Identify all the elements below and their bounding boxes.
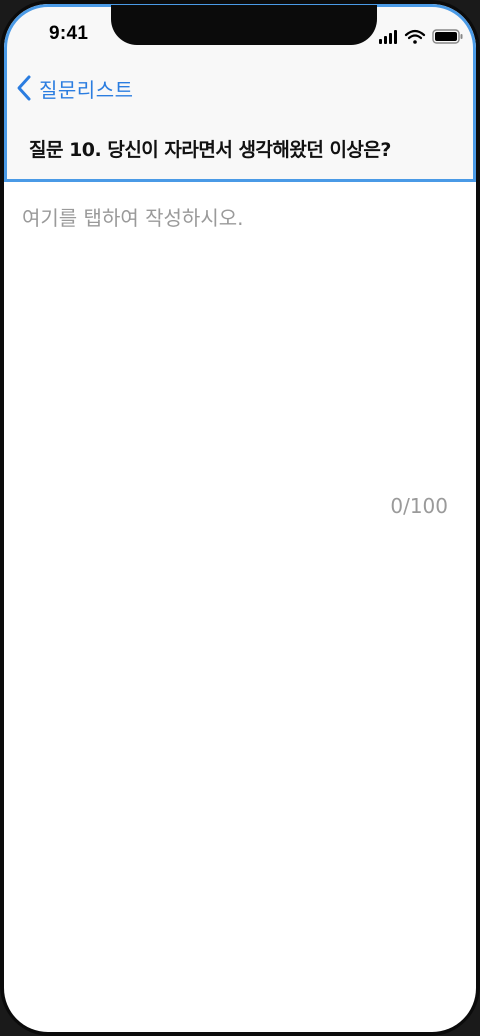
back-button[interactable]: 질문리스트 [15,73,134,103]
character-counter: 0/100 [390,494,448,518]
chevron-left-icon [17,75,31,101]
header: 9:41 질문리스트 질문 10. 당신이 자라면서 생각해왔던 이상은? [4,4,476,182]
wifi-icon [404,29,426,44]
device-notch [111,5,377,45]
signal-icon [379,30,397,44]
status-time: 9:41 [49,23,89,44]
answer-textarea[interactable] [22,194,458,482]
app-screen: 9:41 질문리스트 질문 10. 당신이 자라면서 생각해왔던 이상은? 여기… [4,4,476,1032]
question-title: 질문 10. 당신이 자라면서 생각해왔던 이상은? [29,139,391,161]
status-icons [379,29,463,44]
device-frame: 9:41 질문리스트 질문 10. 당신이 자라면서 생각해왔던 이상은? 여기… [0,0,480,1036]
back-button-label: 질문리스트 [39,77,134,102]
battery-icon [432,29,463,44]
